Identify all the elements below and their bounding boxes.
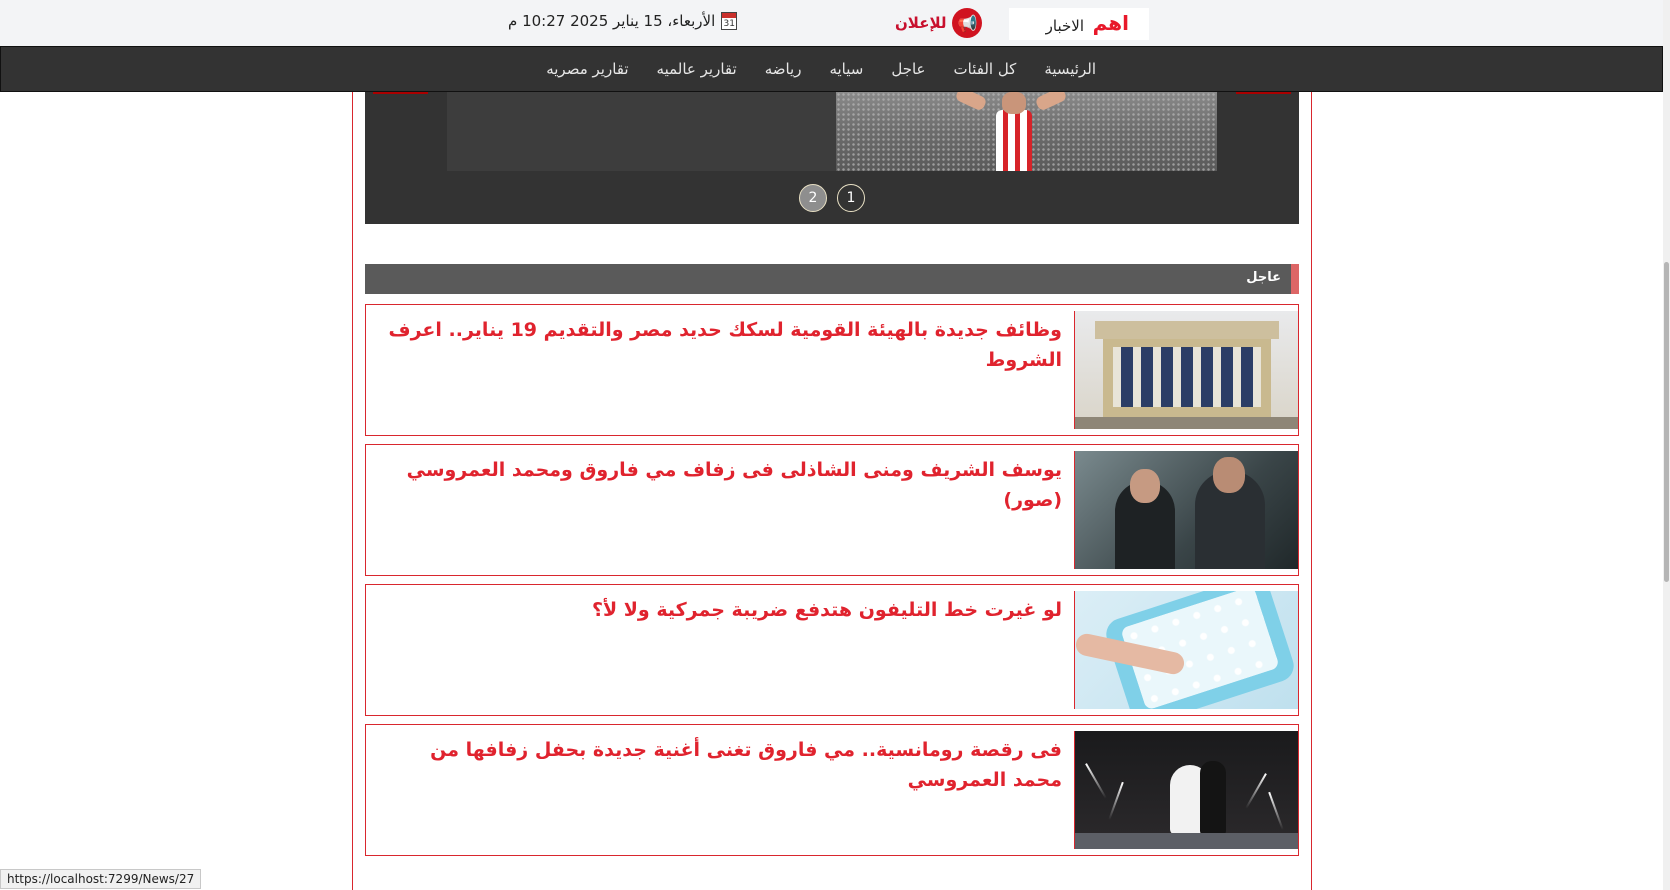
slider-page-2[interactable]: 2 xyxy=(799,184,827,212)
slider-accent-right xyxy=(1236,92,1291,94)
news-thumbnail[interactable] xyxy=(1074,311,1298,429)
main-nav: الرئيسية كل الفئات عاجل سيايه رياضه تقار… xyxy=(0,46,1663,92)
slide-image[interactable] xyxy=(836,92,1217,171)
top-header: اهم الاخبار للإعلان 📢 الأربعاء، 15 يناير… xyxy=(0,0,1663,46)
calendar-icon: 31 xyxy=(721,12,738,30)
news-thumbnail[interactable] xyxy=(1074,451,1298,569)
logo-sub-text: الاخبار xyxy=(1045,17,1084,35)
nav-item-home[interactable]: الرئيسية xyxy=(1044,60,1096,78)
slider-pagination: 2 1 xyxy=(799,184,865,212)
logo-main-text: اهم xyxy=(1092,11,1129,35)
news-title[interactable]: وظائف جديدة بالهيئة القومية لسكك حديد مص… xyxy=(382,315,1062,375)
news-card[interactable]: وظائف جديدة بالهيئة القومية لسكك حديد مص… xyxy=(365,304,1299,436)
slider-page-1[interactable]: 1 xyxy=(837,184,865,212)
player-figure xyxy=(954,92,1068,171)
page-scrollbar[interactable] xyxy=(1663,0,1670,890)
date-display: الأربعاء، 15 يناير 2025 10:27 م 31 xyxy=(508,12,738,30)
news-card[interactable]: فى رقصة رومانسية.. مي فاروق تغنى أغنية ج… xyxy=(365,724,1299,856)
news-thumbnail[interactable] xyxy=(1074,591,1298,709)
news-slider: 2 1 xyxy=(365,92,1299,224)
section-header-breaking: عاجل xyxy=(365,264,1299,294)
slide-caption-panel xyxy=(447,92,837,171)
scrollbar-thumb[interactable] xyxy=(1664,262,1669,582)
advertise-link[interactable]: للإعلان 📢 xyxy=(895,8,983,38)
advertise-label: للإعلان xyxy=(895,14,947,32)
link-status-bar: https://localhost:7299/News/27 xyxy=(0,869,202,889)
news-thumbnail[interactable] xyxy=(1074,731,1298,849)
megaphone-icon: 📢 xyxy=(952,8,983,38)
news-card[interactable]: لو غيرت خط التليفون هتدفع ضريبة جمركية و… xyxy=(365,584,1299,716)
news-title[interactable]: يوسف الشريف ومنى الشاذلى فى زفاف مي فارو… xyxy=(382,455,1062,515)
section-title: عاجل xyxy=(1246,270,1281,285)
nav-item-politics[interactable]: سيايه xyxy=(829,60,863,78)
slider-accent-left xyxy=(373,92,428,94)
nav-item-breaking[interactable]: عاجل xyxy=(891,60,925,78)
nav-item-egypt-reports[interactable]: تقارير مصريه xyxy=(546,60,628,78)
nav-item-world-reports[interactable]: تقارير عالميه xyxy=(657,60,737,78)
nav-item-sports[interactable]: رياضه xyxy=(765,60,802,78)
nav-items: الرئيسية كل الفئات عاجل سيايه رياضه تقار… xyxy=(546,47,1096,91)
nav-item-all-categories[interactable]: كل الفئات xyxy=(954,60,1017,78)
news-title[interactable]: فى رقصة رومانسية.. مي فاروق تغنى أغنية ج… xyxy=(382,735,1062,795)
current-datetime: الأربعاء، 15 يناير 2025 10:27 م xyxy=(508,12,716,30)
page: اهم الاخبار للإعلان 📢 الأربعاء، 15 يناير… xyxy=(0,0,1670,890)
site-logo[interactable]: اهم الاخبار xyxy=(1009,8,1149,40)
news-card[interactable]: يوسف الشريف ومنى الشاذلى فى زفاف مي فارو… xyxy=(365,444,1299,576)
news-title[interactable]: لو غيرت خط التليفون هتدفع ضريبة جمركية و… xyxy=(382,595,1062,625)
